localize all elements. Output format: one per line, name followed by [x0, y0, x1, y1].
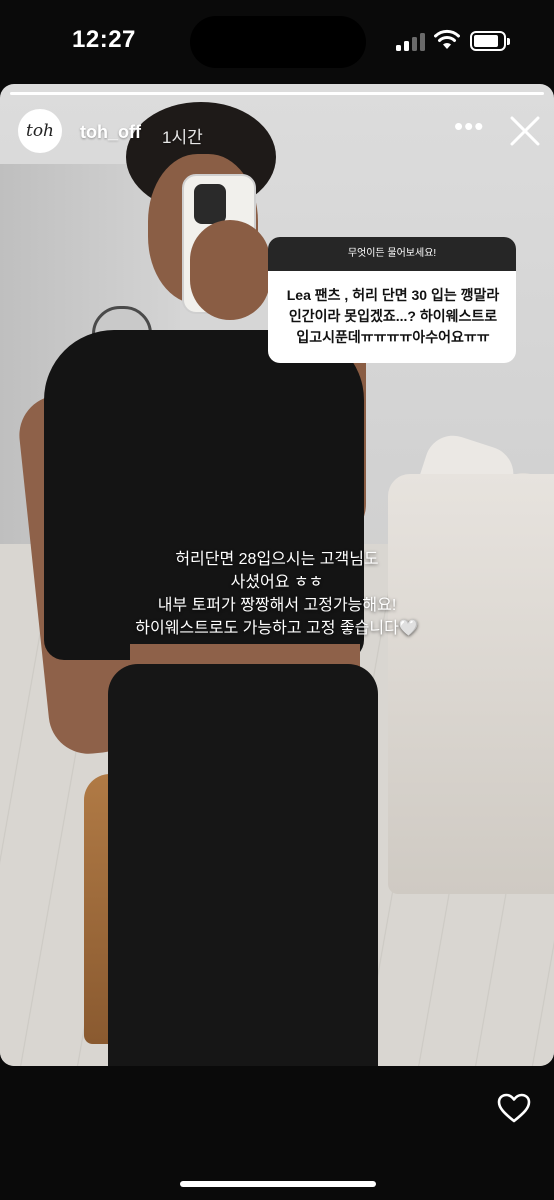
story-caption: 허리단면 28입으시는 고객님도 사셨어요 ㅎㅎ 내부 토퍼가 짱짱해서 고정가…: [80, 548, 474, 640]
more-icon[interactable]: •••: [454, 113, 484, 139]
caption-line: 하이웨스트로도 가능하고 고정 좋습니다🤍: [135, 620, 419, 637]
story-username[interactable]: toh_off: [80, 122, 141, 143]
question-sticker-text: Lea 팬츠 , 허리 단면 30 입는 깽말라 인간이라 못입겠죠...? 하…: [268, 271, 516, 348]
dynamic-island: [190, 16, 366, 68]
sofa: [388, 474, 554, 894]
caption-line: 사셨어요 ㅎㅎ: [230, 574, 324, 591]
heart-icon[interactable]: [496, 1092, 532, 1124]
caption-line: 허리단면 28입으시는 고객님도: [175, 551, 379, 568]
home-indicator[interactable]: [180, 1181, 376, 1187]
story-progress-bar: [10, 92, 544, 95]
question-line: 입고시푼데ㅠㅠㅠㅠ아수어요ㅠㅠ: [296, 329, 490, 345]
question-line: Lea 팬츠 , 허리 단면 30 입는 깽말라: [286, 287, 500, 303]
caption-line: 내부 토퍼가 짱짱해서 고정가능해요!: [157, 597, 397, 614]
status-time: 12:27: [72, 26, 136, 53]
story-viewer[interactable]: toh toh_off 1시간 ••• 무엇이든 물어보세요! Lea 팬츠 ,…: [0, 84, 554, 1066]
question-line: 인간이라 못입겠죠...? 하이웨스트로: [288, 308, 498, 324]
question-sticker-header: 무엇이든 물어보세요!: [268, 237, 516, 271]
status-bar: 12:27: [0, 0, 554, 84]
profile-avatar[interactable]: toh: [18, 109, 62, 153]
close-icon[interactable]: [508, 114, 542, 148]
wifi-icon: [434, 29, 460, 49]
question-sticker[interactable]: 무엇이든 물어보세요! Lea 팬츠 , 허리 단면 30 입는 깽말라 인간이…: [268, 237, 516, 363]
cellular-signal-icon: [396, 33, 426, 51]
black-pants: [108, 664, 378, 1066]
story-time-ago: 1시간: [162, 128, 203, 147]
battery-icon: [470, 31, 510, 51]
